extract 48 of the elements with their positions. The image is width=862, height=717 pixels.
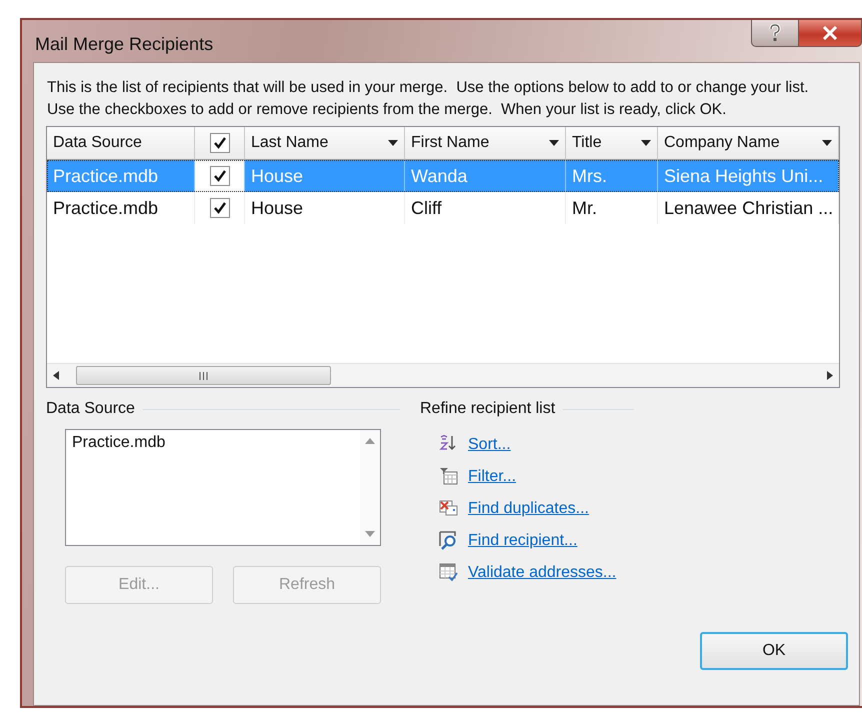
filter-table-icon [440, 468, 458, 484]
ok-button[interactable]: OK [700, 632, 848, 670]
column-header[interactable] [195, 127, 245, 160]
scroll-down-icon[interactable] [365, 531, 375, 537]
table-row[interactable]: Practice.mdb House Cliff Mr. Lenawee Christian ... [47, 192, 839, 224]
table-cell: Practice.mdb [47, 192, 195, 224]
duplicates-icon [440, 500, 458, 516]
horizontal-scrollbar[interactable] [47, 363, 839, 387]
group-label: Data Source [46, 400, 135, 418]
scroll-left-icon[interactable] [53, 371, 59, 380]
column-header[interactable]: First Name [405, 127, 566, 160]
find-icon [439, 531, 456, 550]
grip-icon [199, 372, 208, 380]
dropdown-arrow-icon [822, 140, 832, 146]
column-header[interactable]: Title [566, 127, 658, 160]
column-header[interactable]: Last Name [245, 127, 405, 160]
help-button[interactable] [751, 20, 799, 47]
table-cell: House [245, 160, 405, 192]
help-icon [768, 24, 782, 42]
column-header[interactable]: Data Source [47, 127, 195, 160]
dropdown-arrow-icon [549, 140, 559, 146]
instructions-text: This is the list of recipients that will be used in your merge. Use the options below to add to or change your list. Use the checkboxes to add or remove recipients from the merge. When your list is ready, click OK. [47, 78, 810, 120]
scrollbar-thumb[interactable] [76, 366, 331, 385]
validate-icon [440, 564, 458, 582]
close-button[interactable] [799, 20, 862, 47]
table-cell: Lenawee Christian ... [658, 192, 839, 224]
sort-icon [439, 435, 456, 450]
close-icon [822, 26, 838, 40]
data-source-list[interactable]: Practice.mdb [65, 429, 381, 546]
table-cell: Wanda [405, 160, 566, 192]
dropdown-arrow-icon [641, 140, 651, 146]
link[interactable]: Find duplicates... [468, 500, 589, 518]
column-header[interactable]: Company Name [658, 127, 839, 160]
table-cell: Mr. [566, 192, 658, 224]
table-cell: Mrs. [566, 160, 658, 192]
window-title: Mail Merge Recipients [35, 34, 214, 54]
link[interactable]: Find recipient... [468, 532, 578, 550]
table-cell: Siena Heights Uni... [658, 160, 839, 192]
link[interactable]: Sort... [468, 436, 511, 454]
group-label: Refine recipient list [420, 400, 556, 418]
dropdown-arrow-icon [388, 140, 398, 146]
scroll-up-icon[interactable] [365, 438, 375, 444]
link[interactable]: Filter... [468, 468, 516, 486]
list-item[interactable]: Practice.mdb [72, 434, 354, 452]
scroll-right-icon[interactable] [827, 371, 833, 380]
link[interactable]: Validate addresses... [468, 564, 616, 582]
table-cell: Cliff [405, 192, 566, 224]
table-cell: House [245, 192, 405, 224]
